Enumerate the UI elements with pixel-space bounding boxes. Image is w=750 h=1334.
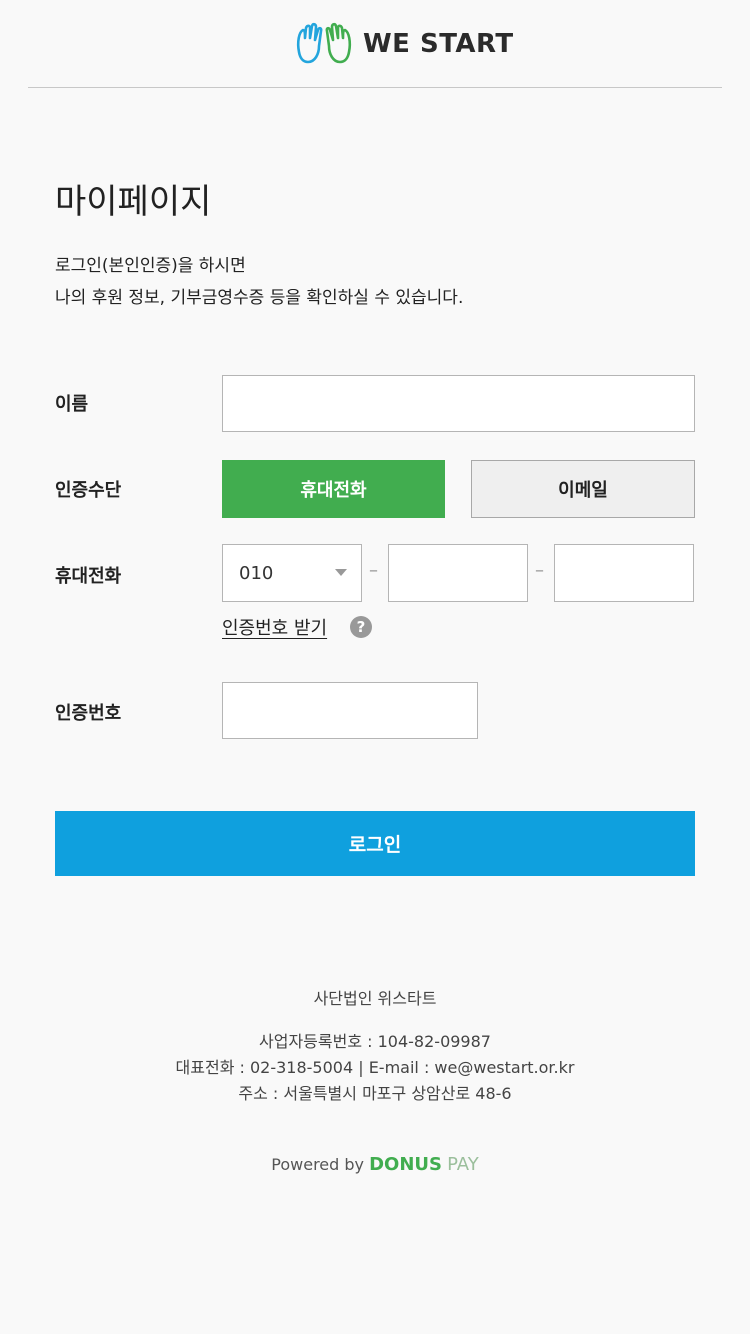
donus-brand: DONUS [369, 1154, 442, 1175]
name-label: 이름 [55, 394, 89, 415]
header: WE START [28, 0, 722, 88]
phone-prefix-value: 010 [239, 562, 274, 584]
page-title: 마이페이지 [55, 182, 212, 222]
auth-phone-button[interactable]: 휴대전화 [222, 460, 445, 518]
logo[interactable]: WE START [293, 22, 514, 66]
phone-last-input[interactable] [554, 544, 694, 602]
code-label: 인증번호 [55, 703, 122, 724]
phone-separator: – [535, 560, 544, 581]
help-icon[interactable]: ? [350, 616, 372, 638]
intro-line-2: 나의 후원 정보, 기부금영수증 등을 확인하실 수 있습니다. [55, 288, 464, 308]
phone-separator: – [369, 560, 378, 581]
powered-prefix: Powered by [271, 1155, 365, 1174]
auth-method-label: 인증수단 [55, 480, 122, 501]
get-code-link[interactable]: 인증번호 받기 [222, 614, 327, 640]
footer-info: 사업자등록번호 : 104-82-09987 대표전화 : 02-318-500… [0, 1029, 750, 1107]
login-button[interactable]: 로그인 [55, 811, 695, 876]
phone-prefix-select[interactable]: 010 [222, 544, 362, 602]
address: 주소 : 서울특별시 마포구 상암산로 48-6 [238, 1084, 512, 1103]
auth-email-button[interactable]: 이메일 [471, 460, 695, 518]
hands-logo-icon [296, 22, 352, 64]
intro-line-1: 로그인(본인인증)을 하시면 [55, 256, 246, 276]
intro-text: 로그인(본인인증)을 하시면 나의 후원 정보, 기부금영수증 등을 확인하실 … [55, 250, 463, 314]
name-input[interactable] [222, 375, 695, 432]
chevron-down-icon [335, 569, 347, 576]
code-input[interactable] [222, 682, 478, 739]
contact-info: 대표전화 : 02-318-5004 | E-mail : we@westart… [175, 1058, 575, 1077]
pay-brand: PAY [447, 1154, 479, 1175]
phone-label: 휴대전화 [55, 566, 122, 587]
phone-middle-input[interactable] [388, 544, 528, 602]
business-number: 사업자등록번호 : 104-82-09987 [259, 1032, 491, 1051]
powered-by: Powered by DONUS PAY [0, 1154, 750, 1175]
logo-text: WE START [363, 29, 514, 59]
footer-org-name: 사단법인 위스타트 [313, 989, 437, 1008]
